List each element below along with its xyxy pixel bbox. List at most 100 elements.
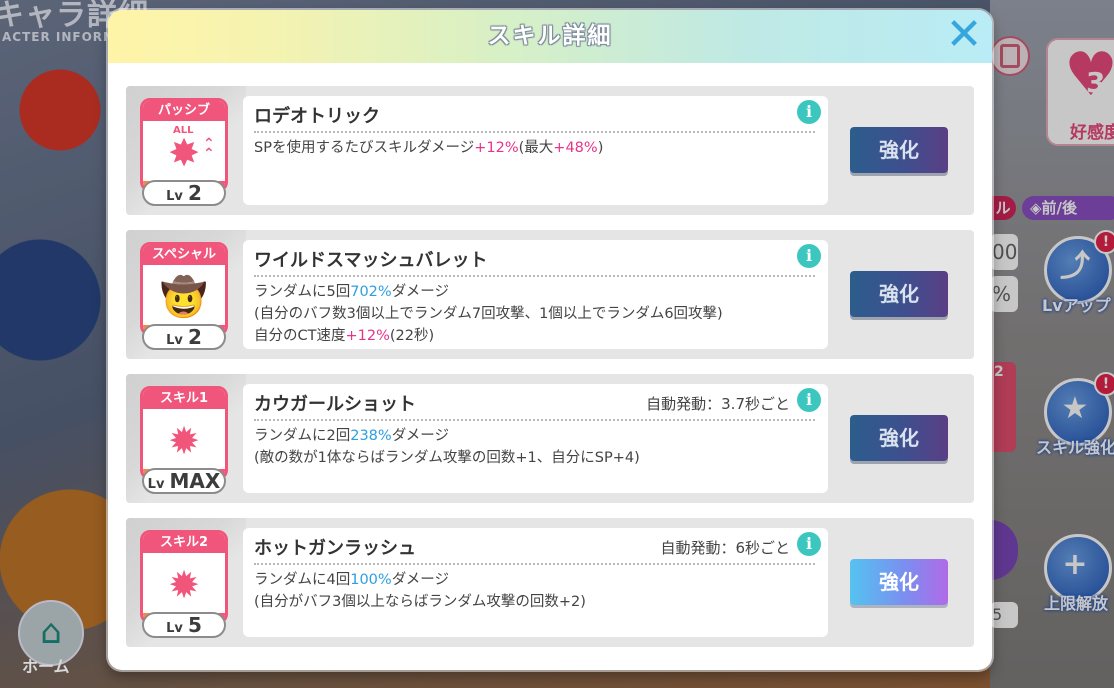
skill-row: パッシブ ALL ⌃ ⌃ ✸ Lv 2 ロデオトリック i SPを使用するたびスキルダメージ+1… (126, 86, 974, 215)
enhance-button[interactable]: 強化 (850, 559, 948, 605)
divider (254, 419, 815, 421)
skill-detail-panel: ホットガンラッシュ 自動発動：6秒ごと i ランダムに4回100%ダメージ (自分がバフ… (243, 528, 828, 637)
skill-type-label: パッシブ (143, 101, 225, 121)
description-text: ランダムに2回 (254, 428, 351, 444)
highlight-value: 100% (350, 572, 392, 588)
modal-title: スキル詳細 (487, 23, 613, 49)
stat-box: 00 (990, 234, 1018, 270)
info-icon[interactable]: i (797, 244, 821, 268)
skill-trigger: 自動発動：6秒ごと (660, 539, 790, 557)
add-person-icon: + (1062, 547, 1088, 582)
sun-burst-icon: ✹ (168, 563, 200, 607)
description-text: (最大 (518, 140, 554, 156)
description-line: ランダムに4回100%ダメージ (254, 569, 814, 591)
skill-level: Lv 2 (142, 180, 226, 206)
description-line: SPを使用するたびスキルダメージ+12%(最大+48%) (254, 137, 814, 159)
description-line: (自分がバフ3個以上ならばランダム攻撃の回数+2) (254, 591, 814, 613)
level-prefix: Lv (166, 621, 183, 636)
highlight-value: 702% (350, 284, 392, 300)
description-text: ランダムに5回 (254, 284, 351, 300)
stat-box: % (990, 276, 1018, 312)
affection-label: 好感度 (1070, 123, 1114, 143)
memo-icon (1000, 44, 1020, 68)
enhance-button[interactable]: 強化 (850, 415, 948, 461)
skill-icon-card[interactable]: スキル2 ✹ Lv 5 (140, 530, 228, 638)
role-tag: ル (990, 196, 1016, 220)
skill-type-label: スキル2 (143, 533, 225, 553)
skill-description: ランダムに4回100%ダメージ (自分がバフ3個以上ならばランダム攻撃の回数+2) (254, 569, 814, 613)
skill-detail-panel: カウガールショット 自動発動：3.7秒ごと i ランダムに2回238%ダメージ (敵の数… (243, 384, 828, 493)
description-text: ダメージ (391, 572, 449, 588)
description-line: (自分のバフ数3個以上でランダム7回攻撃、1個以上でランダム6回攻撃) (254, 303, 814, 325)
divider (254, 275, 815, 277)
description-text: ランダムに4回 (254, 572, 351, 588)
side-card: 2 (990, 362, 1016, 452)
description-line: ランダムに2回238%ダメージ (254, 425, 814, 447)
skill-description: ランダムに2回238%ダメージ (敵の数が1体ならばランダム攻撃の回数+1、自分に… (254, 425, 814, 469)
skill-type-label: スペシャル (143, 245, 225, 265)
description-text: SPを使用するたびスキルダメージ (254, 140, 475, 156)
description-text: ) (597, 140, 604, 156)
highlight-value: 238% (350, 428, 392, 444)
notification-badge: ! (1094, 372, 1114, 396)
skill-detail-modal: スキル詳細 ✕ パッシブ ALL ⌃ ⌃ ✸ Lv 2 ロデオトリック i SPを使用するたびス… (108, 10, 992, 670)
skill-icon-card[interactable]: スペシャル 🤠 Lv 2 (140, 242, 228, 350)
skill-row: スキル2 ✹ Lv 5 ホットガンラッシュ 自動発動：6秒ごと i ランダムに4回100%ダ… (126, 518, 974, 647)
skill-level: Lv 5 (142, 612, 226, 638)
info-icon[interactable]: i (797, 532, 821, 556)
description-text: (自分のバフ数3個以上でランダム7回攻撃、1個以上でランダム6回攻撃) (254, 306, 723, 322)
affection-value: 38 (1086, 66, 1114, 99)
limit-box: 5 (990, 602, 1018, 628)
highlight-value: +48% (553, 140, 598, 156)
level-prefix: Lv (166, 189, 183, 204)
level-value: 2 (187, 181, 202, 205)
description-text: (22秒) (389, 328, 435, 344)
memo-button[interactable] (990, 36, 1030, 76)
level-prefix: Lv (147, 477, 165, 492)
side-card-number: 2 (994, 364, 1004, 380)
skill-icon-card[interactable]: パッシブ ALL ⌃ ⌃ ✸ Lv 2 (140, 98, 228, 206)
lv-up-label: Lvアップ (1042, 296, 1111, 315)
position-tag: ◈前/後 (1022, 196, 1114, 220)
info-icon[interactable]: i (797, 388, 821, 412)
description-text: (敵の数が1体ならばランダム攻撃の回数+1、自分にSP+4) (254, 450, 640, 466)
skill-level: Lv 2 (142, 324, 226, 350)
description-text: 自分のCT速度 (254, 328, 346, 344)
cowboy-hat-icon: 🤠 (160, 275, 208, 319)
description-line: (敵の数が1体ならばランダム攻撃の回数+1、自分にSP+4) (254, 447, 814, 469)
affection-card[interactable]: ♥ 38 好感度 (1046, 38, 1114, 146)
skill-description: ランダムに5回702%ダメージ (自分のバフ数3個以上でランダム7回攻撃、1個以上… (254, 281, 814, 347)
skill-type-label: スキル1 (143, 389, 225, 409)
info-icon[interactable]: i (797, 100, 821, 124)
limit-break-label: 上限解放 (1044, 594, 1109, 613)
highlight-value: +12% (345, 328, 390, 344)
description-text: ダメージ (391, 428, 449, 444)
skill-trigger: 自動発動：3.7秒ごと (646, 395, 790, 413)
skill-detail-panel: ロデオトリック i SPを使用するたびスキルダメージ+12%(最大+48%) (243, 96, 828, 205)
enhance-button[interactable]: 強化 (850, 127, 948, 173)
close-button[interactable]: ✕ (944, 13, 984, 57)
enhance-button[interactable]: 強化 (850, 271, 948, 317)
divider (254, 563, 815, 565)
notification-badge: ! (1094, 230, 1114, 254)
description-line: 自分のCT速度+12%(22秒) (254, 325, 814, 347)
description-text: (自分がバフ3個以上ならばランダム攻撃の回数+2) (254, 594, 586, 610)
skill-name: カウガールショット (254, 394, 416, 415)
highlight-value: +12% (474, 140, 519, 156)
level-prefix: Lv (166, 333, 183, 348)
skill-name: ロデオトリック (254, 106, 380, 127)
skill-level: Lv MAX (142, 468, 226, 494)
home-label: ホーム (22, 657, 70, 676)
divider (254, 131, 815, 133)
description-text: ダメージ (391, 284, 449, 300)
skill-row: スキル1 ✹ Lv MAX カウガールショット 自動発動：3.7秒ごと i ランダムに2回2… (126, 374, 974, 503)
level-value: 5 (187, 613, 202, 637)
level-value: 2 (187, 325, 202, 349)
skill-name: ワイルドスマッシュバレット (254, 250, 488, 271)
skill-row: スペシャル 🤠 Lv 2 ワイルドスマッシュバレット i ランダムに5回702%ダメージ (… (126, 230, 974, 359)
skill-up-label: スキル強化 (1036, 438, 1114, 457)
sun-burst-icon: ✹ (168, 419, 200, 463)
skill-name: ホットガンラッシュ (254, 538, 416, 559)
skill-detail-panel: ワイルドスマッシュバレット i ランダムに5回702%ダメージ (自分のバフ数3個以上… (243, 240, 828, 349)
skill-icon-card[interactable]: スキル1 ✹ Lv MAX (140, 386, 228, 494)
